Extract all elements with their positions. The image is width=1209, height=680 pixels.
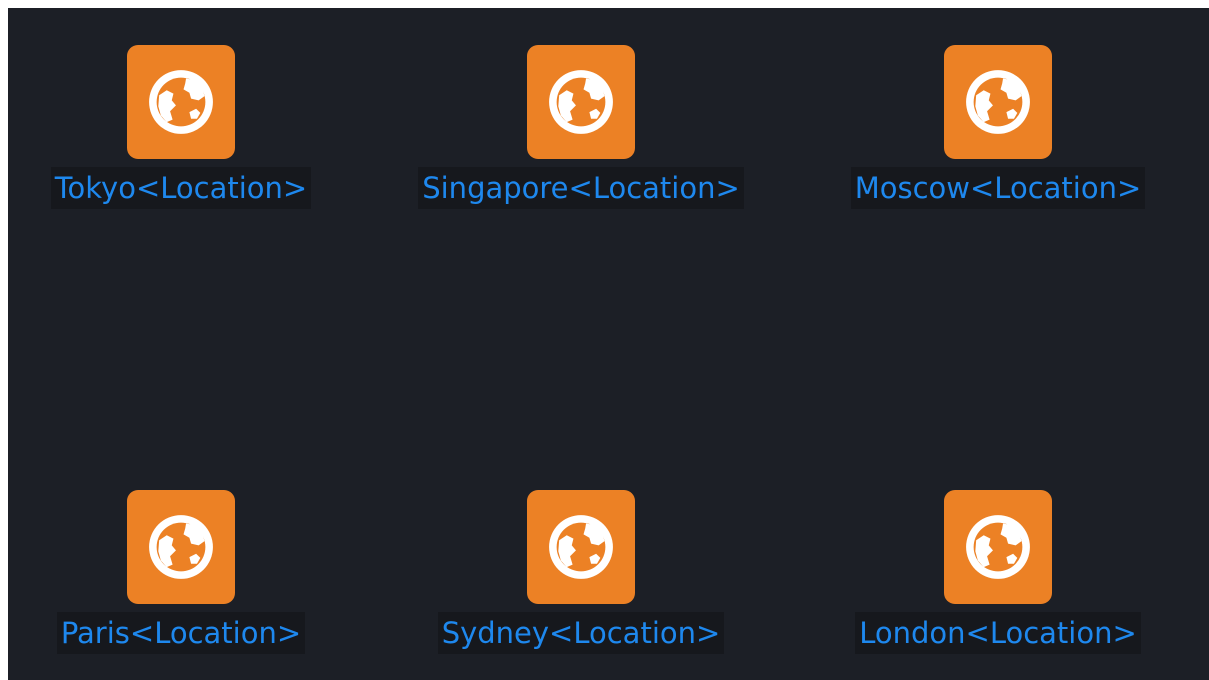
globe-icon-glyph	[549, 70, 613, 134]
globe-icon[interactable]	[527, 490, 635, 604]
shortcut-label[interactable]: London<Location>	[855, 612, 1141, 654]
globe-icon[interactable]	[944, 45, 1052, 159]
shortcut-sydney[interactable]: Sydney<Location>	[386, 490, 776, 654]
shortcut-label[interactable]: Moscow<Location>	[850, 167, 1146, 209]
shortcut-moscow[interactable]: Moscow<Location>	[803, 45, 1193, 209]
globe-icon-glyph	[966, 515, 1030, 579]
shortcut-london[interactable]: London<Location>	[803, 490, 1193, 654]
shortcut-grid: Tokyo<Location> Singapore<Location> Mosc…	[8, 8, 1209, 680]
shortcut-label[interactable]: Sydney<Location>	[437, 612, 725, 654]
globe-icon[interactable]	[127, 45, 235, 159]
shortcut-label[interactable]: Tokyo<Location>	[50, 167, 312, 209]
globe-icon-glyph	[149, 70, 213, 134]
shortcut-tokyo[interactable]: Tokyo<Location>	[0, 45, 376, 209]
shortcut-label[interactable]: Paris<Location>	[56, 612, 306, 654]
globe-icon-glyph	[549, 515, 613, 579]
shortcut-paris[interactable]: Paris<Location>	[0, 490, 376, 654]
globe-icon-glyph	[149, 515, 213, 579]
globe-icon[interactable]	[527, 45, 635, 159]
globe-icon-glyph	[966, 70, 1030, 134]
globe-icon[interactable]	[944, 490, 1052, 604]
desktop-background: Tokyo<Location> Singapore<Location> Mosc…	[8, 8, 1209, 680]
shortcut-label[interactable]: Singapore<Location>	[418, 167, 744, 209]
shortcut-singapore[interactable]: Singapore<Location>	[386, 45, 776, 209]
globe-icon[interactable]	[127, 490, 235, 604]
